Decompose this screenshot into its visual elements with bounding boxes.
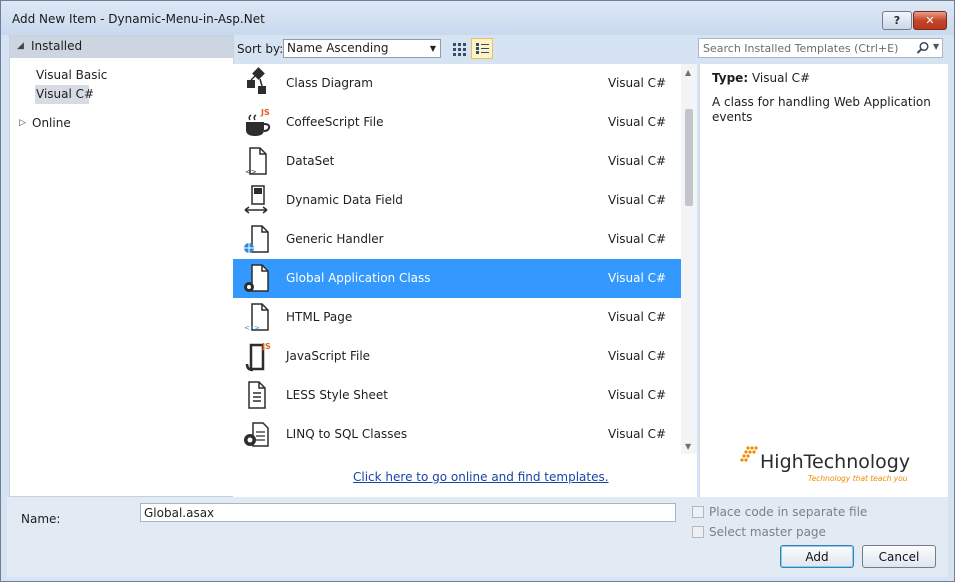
template-name: JavaScript File	[286, 349, 371, 363]
scroll-down-arrow-icon[interactable]: ▼	[685, 442, 691, 451]
dialog-body: ◢ Installed Visual Basic Visual C# ▷ Onl…	[7, 35, 948, 577]
dynamic-data-field-icon	[244, 185, 268, 214]
sort-dropdown-value: Name Ascending	[287, 41, 389, 55]
window-title: Add New Item - Dynamic-Menu-in-Asp.Net	[12, 12, 265, 26]
template-row[interactable]: LINQ to SQL Classes Visual C#	[233, 415, 681, 454]
template-description: A class for handling Web Application eve…	[712, 95, 931, 124]
master-page-checkbox[interactable]	[692, 526, 704, 538]
template-language: Visual C#	[608, 232, 667, 246]
template-language: Visual C#	[608, 310, 667, 324]
close-button[interactable]: ✕	[913, 11, 947, 30]
template-list: Class Diagram Visual C# JS CoffeeScript …	[233, 64, 697, 497]
linq-to-sql-classes-icon	[244, 422, 269, 447]
class-diagram-icon	[247, 67, 266, 94]
template-name: LESS Style Sheet	[286, 388, 388, 402]
separate-file-checkbox[interactable]	[692, 506, 704, 518]
coffeescript-file-icon: JS	[246, 108, 271, 136]
add-button[interactable]: Add	[780, 545, 854, 568]
search-input[interactable]	[703, 41, 908, 56]
template-name: DataSet	[286, 154, 335, 168]
template-language: Visual C#	[608, 76, 667, 90]
template-name: Generic Handler	[286, 232, 384, 246]
template-name: Global Application Class	[286, 271, 431, 285]
scrollbar-thumb[interactable]	[685, 109, 693, 206]
less-style-sheet-icon	[248, 381, 266, 409]
search-templates-box[interactable]: ▼	[698, 38, 943, 58]
template-list-scrollbar[interactable]: ▲ ▼	[681, 64, 697, 454]
online-templates-link[interactable]: Click here to go online and find templat…	[353, 470, 609, 484]
template-language: Visual C#	[608, 349, 667, 363]
template-row-selected[interactable]: Global Application Class Visual C#	[233, 259, 681, 298]
cancel-button[interactable]: Cancel	[862, 545, 936, 568]
svg-text:Technology that teach you: Technology that teach you	[808, 474, 908, 483]
type-value: Visual C#	[751, 71, 811, 85]
dropdown-arrow-icon: ▼	[429, 44, 436, 53]
list-view-button[interactable]	[471, 38, 493, 59]
generic-handler-icon	[244, 225, 269, 253]
template-row[interactable]: Generic Handler Visual C#	[233, 220, 681, 259]
hightechnology-logo: HighTechnology Technology that teach you	[740, 446, 910, 483]
tree-item-visual-csharp[interactable]: Visual C#	[36, 87, 94, 101]
template-name: LINQ to SQL Classes	[286, 427, 408, 441]
name-label: Name:	[21, 512, 61, 526]
template-row[interactable]: JS JavaScript File Visual C#	[233, 337, 681, 376]
template-row[interactable]: LESS Style Sheet Visual C#	[233, 376, 681, 415]
template-type: Type: Visual C#	[712, 71, 810, 85]
title-bar[interactable]: Add New Item - Dynamic-Menu-in-Asp.Net ?…	[1, 1, 954, 35]
search-options-arrow-icon[interactable]: ▼	[933, 42, 939, 51]
svg-text:JS: JS	[261, 342, 271, 351]
svg-text:HighTechnology: HighTechnology	[760, 451, 910, 473]
search-icon[interactable]	[916, 41, 930, 55]
tree-item-installed[interactable]: ◢ Installed	[10, 36, 233, 58]
template-row[interactable]: <•> HTML Page Visual C#	[233, 298, 681, 337]
javascript-file-icon: JS	[245, 342, 271, 372]
template-tree: ◢ Installed Visual Basic Visual C# ▷ Onl…	[9, 35, 234, 497]
template-language: Visual C#	[608, 271, 667, 285]
template-name: Dynamic Data Field	[286, 193, 403, 207]
add-new-item-dialog: Add New Item - Dynamic-Menu-in-Asp.Net ?…	[0, 0, 955, 582]
separate-file-label: Place code in separate file	[709, 505, 868, 519]
name-input[interactable]	[140, 503, 676, 522]
collapsed-triangle-icon[interactable]: ▷	[19, 118, 26, 128]
master-page-label: Select master page	[709, 525, 826, 539]
grid-view-icon	[453, 43, 466, 56]
sort-dropdown[interactable]: Name Ascending ▼	[283, 39, 441, 58]
template-details-panel: Type: Visual C# A class for handling Web…	[699, 64, 948, 497]
svg-text:<•>: <•>	[244, 324, 260, 332]
template-language: Visual C#	[608, 193, 667, 207]
expanded-triangle-icon[interactable]: ◢	[17, 41, 24, 51]
template-name: HTML Page	[286, 310, 353, 324]
html-page-icon: <•>	[244, 303, 269, 332]
global-application-class-icon	[244, 264, 269, 292]
svg-text:JS: JS	[260, 108, 270, 117]
template-row[interactable]: Class Diagram Visual C#	[233, 64, 681, 103]
template-language: Visual C#	[608, 154, 667, 168]
medium-icons-view-button[interactable]	[448, 38, 470, 59]
svg-text:<>: <>	[245, 168, 257, 176]
type-label: Type:	[712, 71, 749, 85]
template-row[interactable]: JS CoffeeScript File Visual C#	[233, 103, 681, 142]
template-language: Visual C#	[608, 115, 667, 129]
list-view-icon	[476, 43, 489, 54]
template-row[interactable]: Dynamic Data Field Visual C#	[233, 181, 681, 220]
tree-item-online[interactable]: Online	[32, 116, 71, 130]
template-name: CoffeeScript File	[286, 115, 384, 129]
scroll-up-arrow-icon[interactable]: ▲	[685, 68, 691, 77]
template-name: Class Diagram	[286, 76, 373, 90]
tree-label-installed: Installed	[31, 39, 83, 53]
template-language: Visual C#	[608, 388, 667, 402]
dataset-file-icon: <>	[245, 147, 267, 176]
template-language: Visual C#	[608, 427, 667, 441]
sort-by-label: Sort by:	[237, 42, 284, 56]
bottom-panel: Name: Place code in separate file Select…	[7, 497, 948, 577]
help-button[interactable]: ?	[882, 11, 912, 30]
tree-item-visual-basic[interactable]: Visual Basic	[36, 68, 107, 82]
template-row[interactable]: <> DataSet Visual C#	[233, 142, 681, 181]
